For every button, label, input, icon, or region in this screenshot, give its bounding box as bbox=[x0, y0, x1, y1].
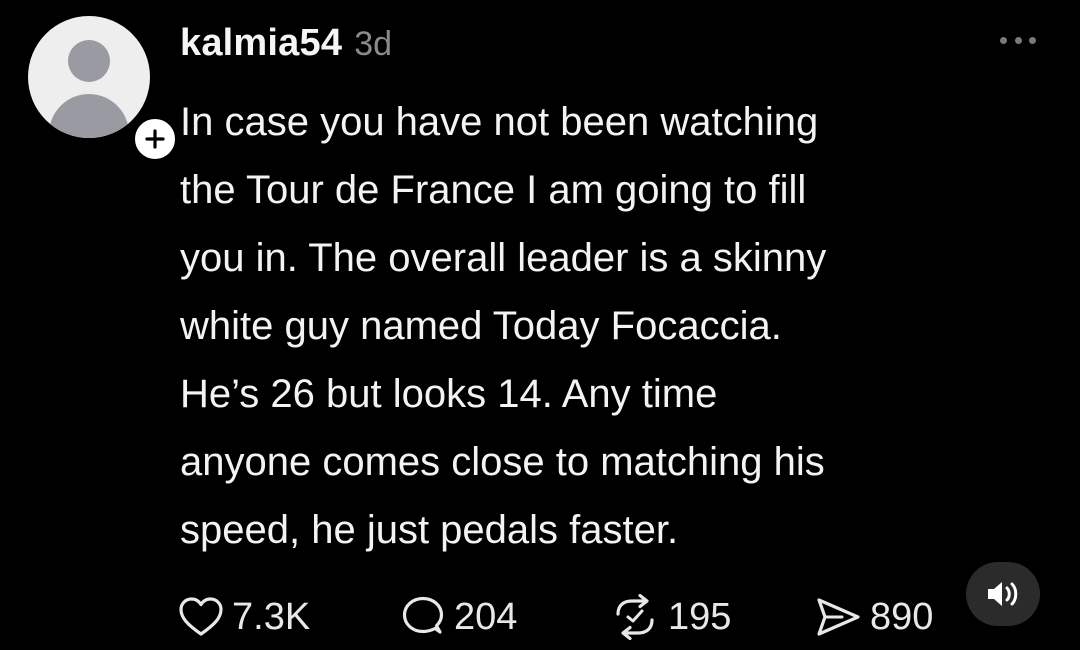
heart-icon bbox=[179, 597, 223, 636]
more-horizontal-icon-dot bbox=[1014, 36, 1022, 44]
share-count: 890 bbox=[870, 595, 934, 638]
avatar-container bbox=[28, 16, 178, 162]
like-count: 7.3K bbox=[232, 595, 311, 638]
more-options-button[interactable] bbox=[1000, 30, 1036, 50]
threads-post: kalmia54 3d In case you have not been wa… bbox=[0, 0, 1080, 650]
audio-toggle-button[interactable] bbox=[966, 562, 1040, 626]
repost-button[interactable]: 195 bbox=[610, 592, 731, 642]
more-horizontal-icon-dot bbox=[1029, 36, 1036, 44]
repost-icon bbox=[616, 594, 654, 640]
post-actions-bar: 7.3K 204 195 890 bbox=[178, 592, 968, 642]
follow-button[interactable] bbox=[132, 116, 178, 162]
share-button[interactable]: 890 bbox=[814, 592, 933, 642]
post-text-line: you in. The overall leader is a skinny bbox=[180, 236, 827, 280]
post-text-line: the Tour de France I am going to fill bbox=[180, 168, 807, 212]
send-icon bbox=[817, 598, 860, 636]
plus-icon bbox=[145, 129, 165, 149]
like-button[interactable]: 7.3K bbox=[178, 592, 310, 642]
post-text-line: In case you have not been watching bbox=[180, 100, 819, 144]
post-text-line: speed, he just pedals faster. bbox=[180, 508, 679, 552]
avatar-head-shape bbox=[68, 40, 110, 82]
reply-count: 204 bbox=[454, 595, 518, 638]
post-timestamp: 3d bbox=[354, 25, 393, 63]
more-horizontal-icon-dot bbox=[1000, 36, 1007, 44]
post-text-line: anyone comes close to matching his bbox=[180, 440, 825, 484]
post-text: In case you have not been watching the T… bbox=[180, 88, 1040, 564]
speech-bubble-icon bbox=[402, 596, 444, 634]
reply-button[interactable]: 204 bbox=[400, 592, 517, 642]
username[interactable]: kalmia54 bbox=[180, 22, 342, 65]
avatar-body-shape bbox=[49, 94, 129, 138]
post-text-line: He’s 26 but looks 14. Any time bbox=[180, 372, 718, 416]
speaker-icon bbox=[988, 582, 1018, 606]
avatar[interactable] bbox=[28, 16, 150, 138]
repost-count: 195 bbox=[668, 595, 732, 638]
post-text-line: white guy named Today Focaccia. bbox=[180, 304, 782, 348]
post-header: kalmia54 3d bbox=[180, 22, 392, 65]
